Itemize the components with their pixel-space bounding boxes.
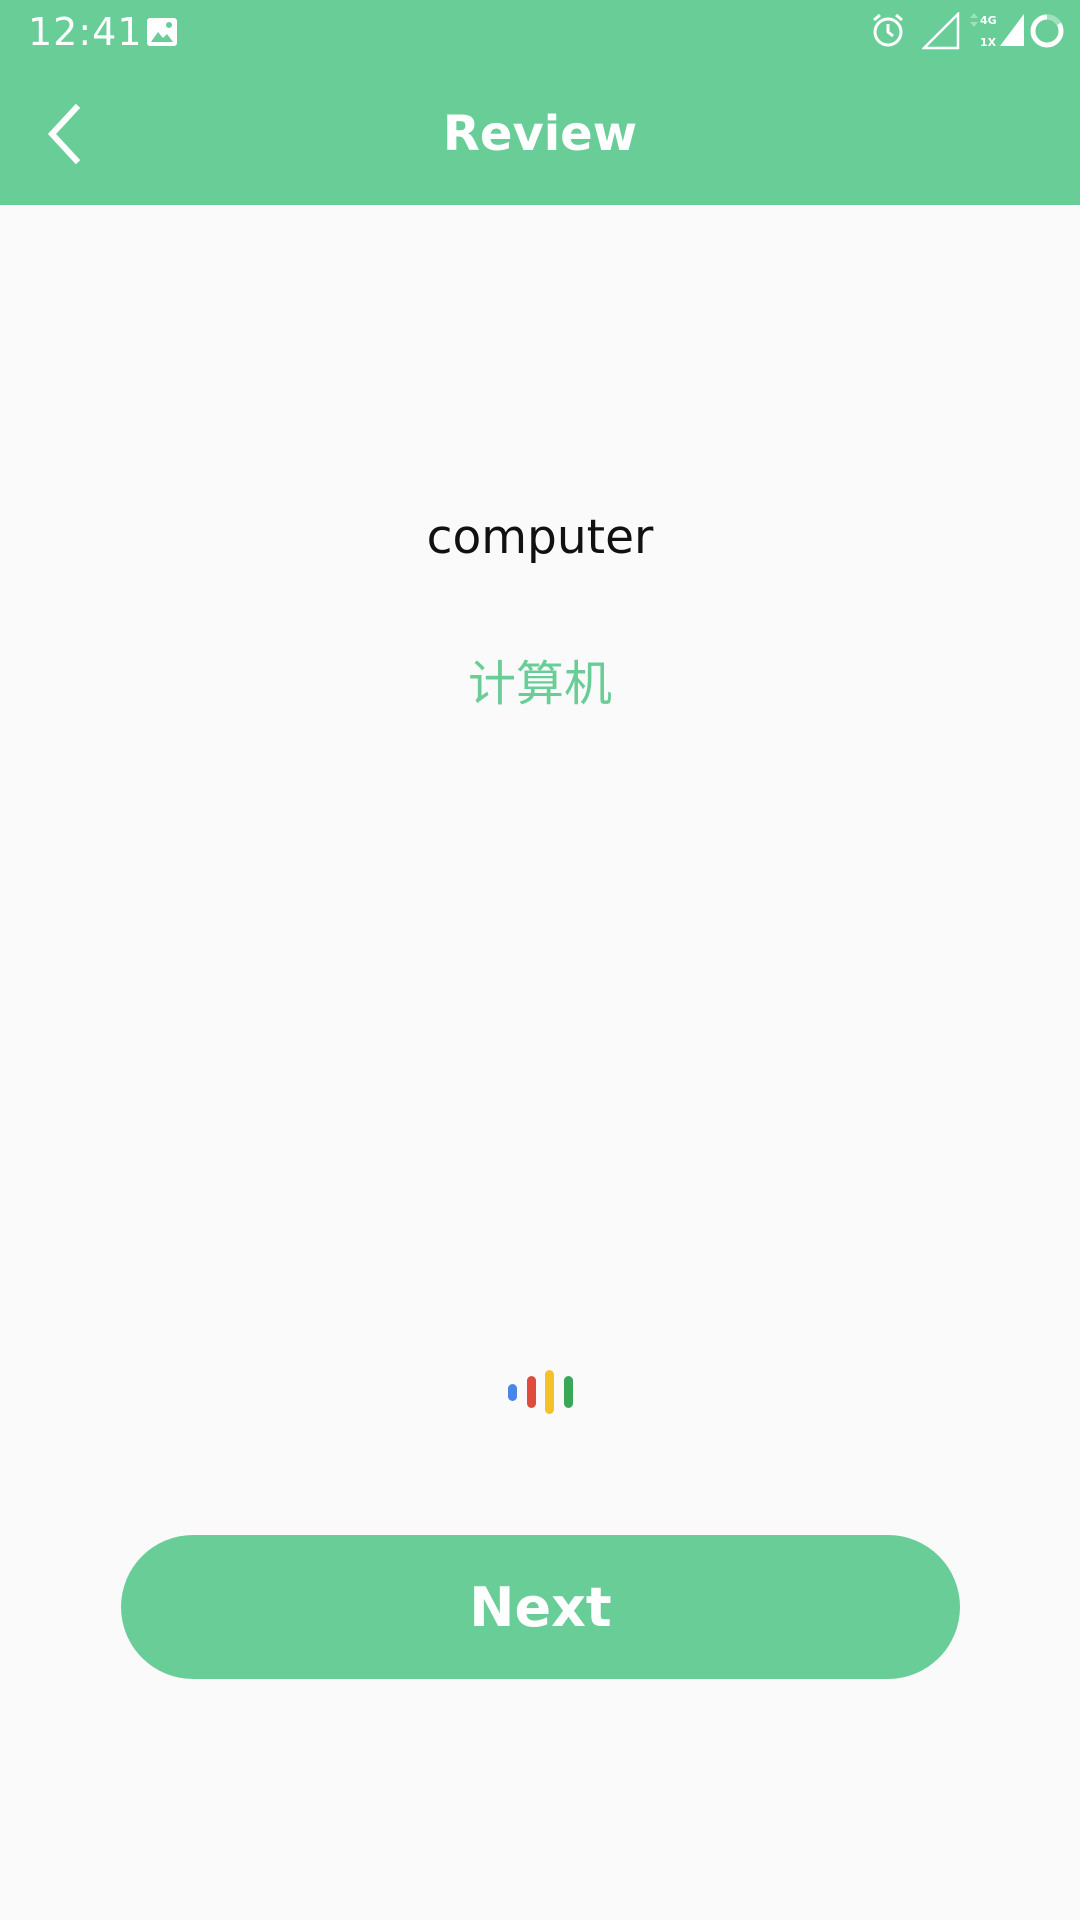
voice-bar-red — [527, 1376, 536, 1408]
review-translation: 计算机 — [467, 656, 612, 712]
signal-full-icon — [1000, 14, 1024, 46]
alarm-icon — [873, 13, 903, 47]
network-bottom-label: 1X — [980, 36, 997, 49]
chevron-left-icon — [47, 104, 81, 164]
voice-bar-yellow — [545, 1370, 554, 1414]
voice-bars-icon[interactable] — [500, 1366, 580, 1414]
review-word: computer — [426, 510, 654, 565]
app-bar: Review — [0, 64, 1080, 205]
next-button[interactable]: Next — [121, 1535, 960, 1679]
loading-ring-icon — [1030, 14, 1064, 48]
gallery-icon — [146, 16, 178, 52]
network-4g-1x-icon: 4G 1X — [970, 13, 997, 49]
status-bar: 12:41 4G 1X — [0, 0, 1080, 64]
network-top-label: 4G — [980, 14, 997, 27]
voice-bar-blue — [508, 1384, 517, 1401]
voice-bar-green — [564, 1376, 573, 1408]
page-title: Review — [442, 106, 638, 162]
signal-outline-icon — [922, 12, 960, 50]
back-button[interactable] — [28, 92, 100, 176]
status-time: 12:41 — [28, 10, 143, 54]
